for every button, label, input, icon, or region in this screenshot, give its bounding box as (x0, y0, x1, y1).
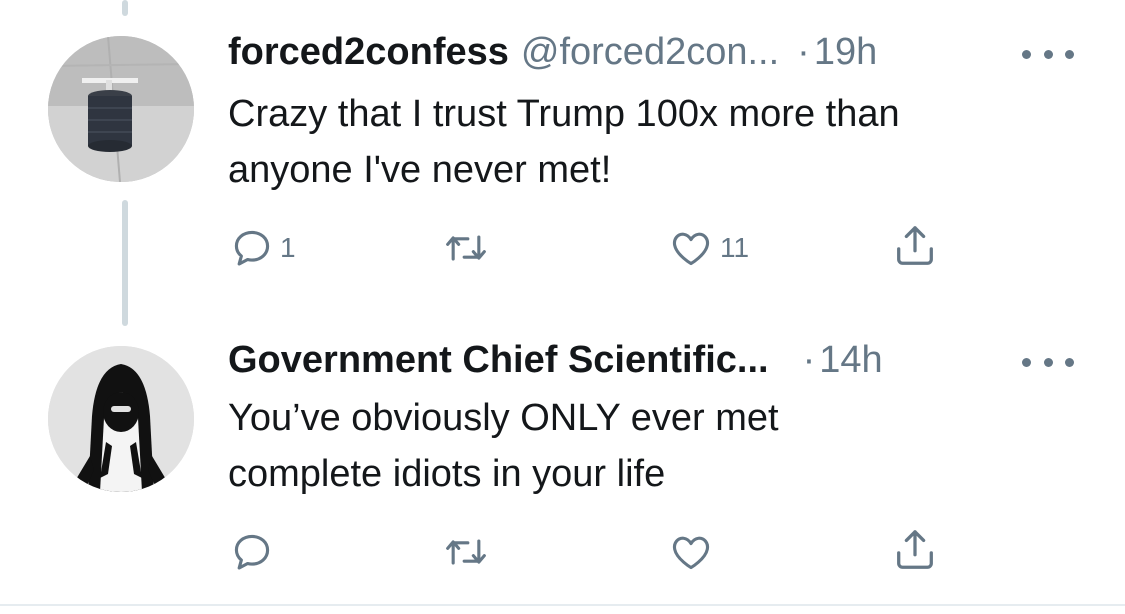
tweet-text: Crazy that I trust Trump 100x more than … (228, 86, 1088, 198)
retweet-icon (446, 235, 486, 261)
like-icon (672, 232, 710, 266)
tweet-header: Government Chief Scientific... · 14h (228, 338, 883, 382)
timestamp[interactable]: 14h (819, 338, 882, 382)
more-icon[interactable] (1022, 44, 1074, 64)
share-button[interactable] (892, 526, 938, 574)
more-icon[interactable] (1022, 352, 1074, 372)
like-icon (672, 536, 710, 570)
tweet-forced2confess[interactable]: forced2confess @forced2con... · 19h Craz… (0, 0, 1125, 300)
separator-dot: · (797, 31, 810, 73)
avatar-image (48, 346, 194, 492)
like-button[interactable]: 11 (668, 226, 749, 270)
tweet-text-line: You’ve obviously ONLY ever met (228, 397, 779, 439)
avatar[interactable] (48, 346, 194, 492)
tweet-government-chief-scientific[interactable]: Government Chief Scientific... · 14h You… (0, 300, 1125, 604)
like-count: 11 (720, 232, 750, 263)
tweet-text-line: complete idiots in your life (228, 453, 666, 495)
reply-button[interactable]: 1 (230, 226, 296, 270)
tweet-header: forced2confess @forced2con... · 19h (228, 30, 877, 74)
avatar-image (48, 36, 194, 182)
like-button[interactable] (668, 530, 720, 574)
retweet-icon (446, 539, 486, 565)
display-name[interactable]: forced2confess (228, 30, 509, 74)
share-button[interactable] (892, 222, 938, 270)
share-icon (897, 226, 933, 265)
display-name[interactable]: Government Chief Scientific... (228, 338, 769, 382)
share-icon (897, 530, 933, 569)
separator-dot: · (802, 339, 816, 381)
retweet-button[interactable] (442, 530, 496, 574)
retweet-button[interactable] (442, 226, 496, 270)
avatar[interactable] (48, 36, 194, 182)
user-handle[interactable]: @forced2con... (521, 30, 779, 74)
divider (0, 604, 1125, 606)
tweet-text-line: anyone I've never met! (228, 149, 612, 191)
reply-icon (234, 534, 270, 570)
reply-icon (234, 230, 270, 266)
reply-count: 1 (280, 232, 296, 263)
timestamp[interactable]: 19h (814, 30, 877, 74)
tweet-text: You’ve obviously ONLY ever met complete … (228, 390, 1088, 502)
reply-button[interactable] (230, 530, 280, 574)
tweet-text-line: Crazy that I trust Trump 100x more than (228, 93, 900, 135)
